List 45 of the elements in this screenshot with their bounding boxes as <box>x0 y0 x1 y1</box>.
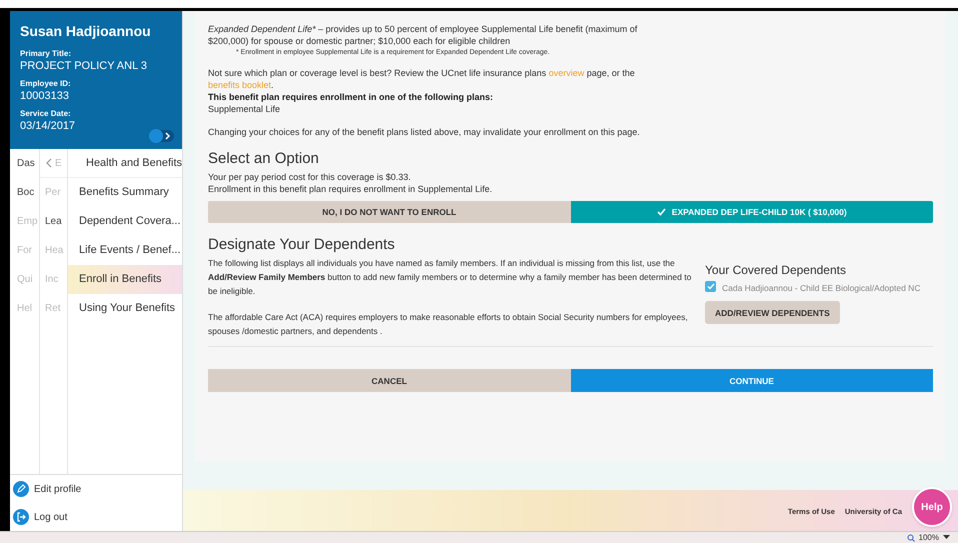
toggle-icon[interactable] <box>148 129 174 143</box>
nav-item[interactable]: Das <box>17 149 39 178</box>
nav-item[interactable]: Enroll in Benefits <box>68 265 182 294</box>
continue-button[interactable]: CONTINUE <box>570 369 933 392</box>
checkbox[interactable] <box>705 281 716 292</box>
info-text: Your per pay period cost for this coverage is $0.33. <box>208 171 412 183</box>
field-label: Employee ID: <box>20 78 72 90</box>
paragraph: The affordable Care Act (ACA) requires employers to make reasonable efforts to obtain Social Security numbers for employees, spouses /domestic partners, and dependents . <box>208 311 689 338</box>
nav-item[interactable]: Dependent Covera... <box>68 207 182 236</box>
field-value: PROJECT POLICY ANL 3 <box>20 60 148 72</box>
review-text: Not sure which plan or coverage level is best? Review the UCnet life insurance plans overview page, or the benefits booklet. <box>208 67 636 91</box>
zoom-level[interactable]: 100% <box>918 532 939 543</box>
option-button[interactable]: NO, I DO NOT WANT TO ENROLL <box>208 201 570 223</box>
zoom-icon <box>906 534 915 542</box>
subsection-title: Your Covered Dependents <box>705 264 847 276</box>
warning-text: Changing your choices for any of the benefit plans listed above, may invalidate your enrollment on this page. <box>208 126 641 138</box>
field-value: 10003133 <box>20 90 70 102</box>
sidebar-link[interactable]: Edit profile <box>34 482 82 496</box>
cancel-button[interactable]: CANCEL <box>208 369 570 392</box>
help-button[interactable]: Help <box>912 487 952 527</box>
dropdown-icon[interactable] <box>943 535 950 540</box>
nav-item[interactable]: Boc <box>17 178 39 207</box>
dependent-name: Cada Hadjioannou - Child EE Biological/Adopted NC <box>722 282 920 295</box>
section-title: Select an Option <box>208 153 320 165</box>
logout-icon <box>13 509 29 525</box>
back-icon <box>46 158 52 168</box>
add-review-button[interactable]: ADD/REVIEW DEPENDENTS <box>705 301 840 324</box>
field-label: Service Date: <box>20 108 72 120</box>
field-label: Primary Title: <box>20 48 72 60</box>
plan-name: Supplemental Life <box>208 103 282 115</box>
info-text: Enrollment in this benefit plan requires enrollment in Supplemental Life. <box>208 183 494 195</box>
plan-description: Expanded Dependent Life* – provides up to 50 percent of employee Supplemental Life benefit (maximum of $200,000) for spouse or domestic partner; $10,000 each for eligible children <box>208 23 638 47</box>
pencil-icon <box>13 481 29 497</box>
nav-item[interactable]: Benefits Summary <box>68 178 182 207</box>
section-title: Designate Your Dependents <box>208 239 396 251</box>
requirement-text: This benefit plan requires enrollment in one of the following plans: <box>208 91 494 103</box>
nav-item[interactable]: Life Events / Benef... <box>68 236 182 265</box>
paragraph: The following list displays all individuals you have named as family members. If an individual is missing from this list, use the Add/Review Family Members button to add new family members or to determine why a family member has been determined to be ineligible. <box>208 257 692 298</box>
nav-header[interactable]: Health and Benefits <box>86 154 182 172</box>
field-value: 03/14/2017 <box>20 120 76 132</box>
check-icon <box>656 208 666 216</box>
employee-name: Susan Hadjioannou <box>20 22 152 41</box>
nav-item[interactable]: Lea <box>40 207 67 236</box>
nav-item[interactable]: Using Your Benefits <box>68 294 182 323</box>
sidebar-link[interactable]: Log out <box>34 510 68 524</box>
